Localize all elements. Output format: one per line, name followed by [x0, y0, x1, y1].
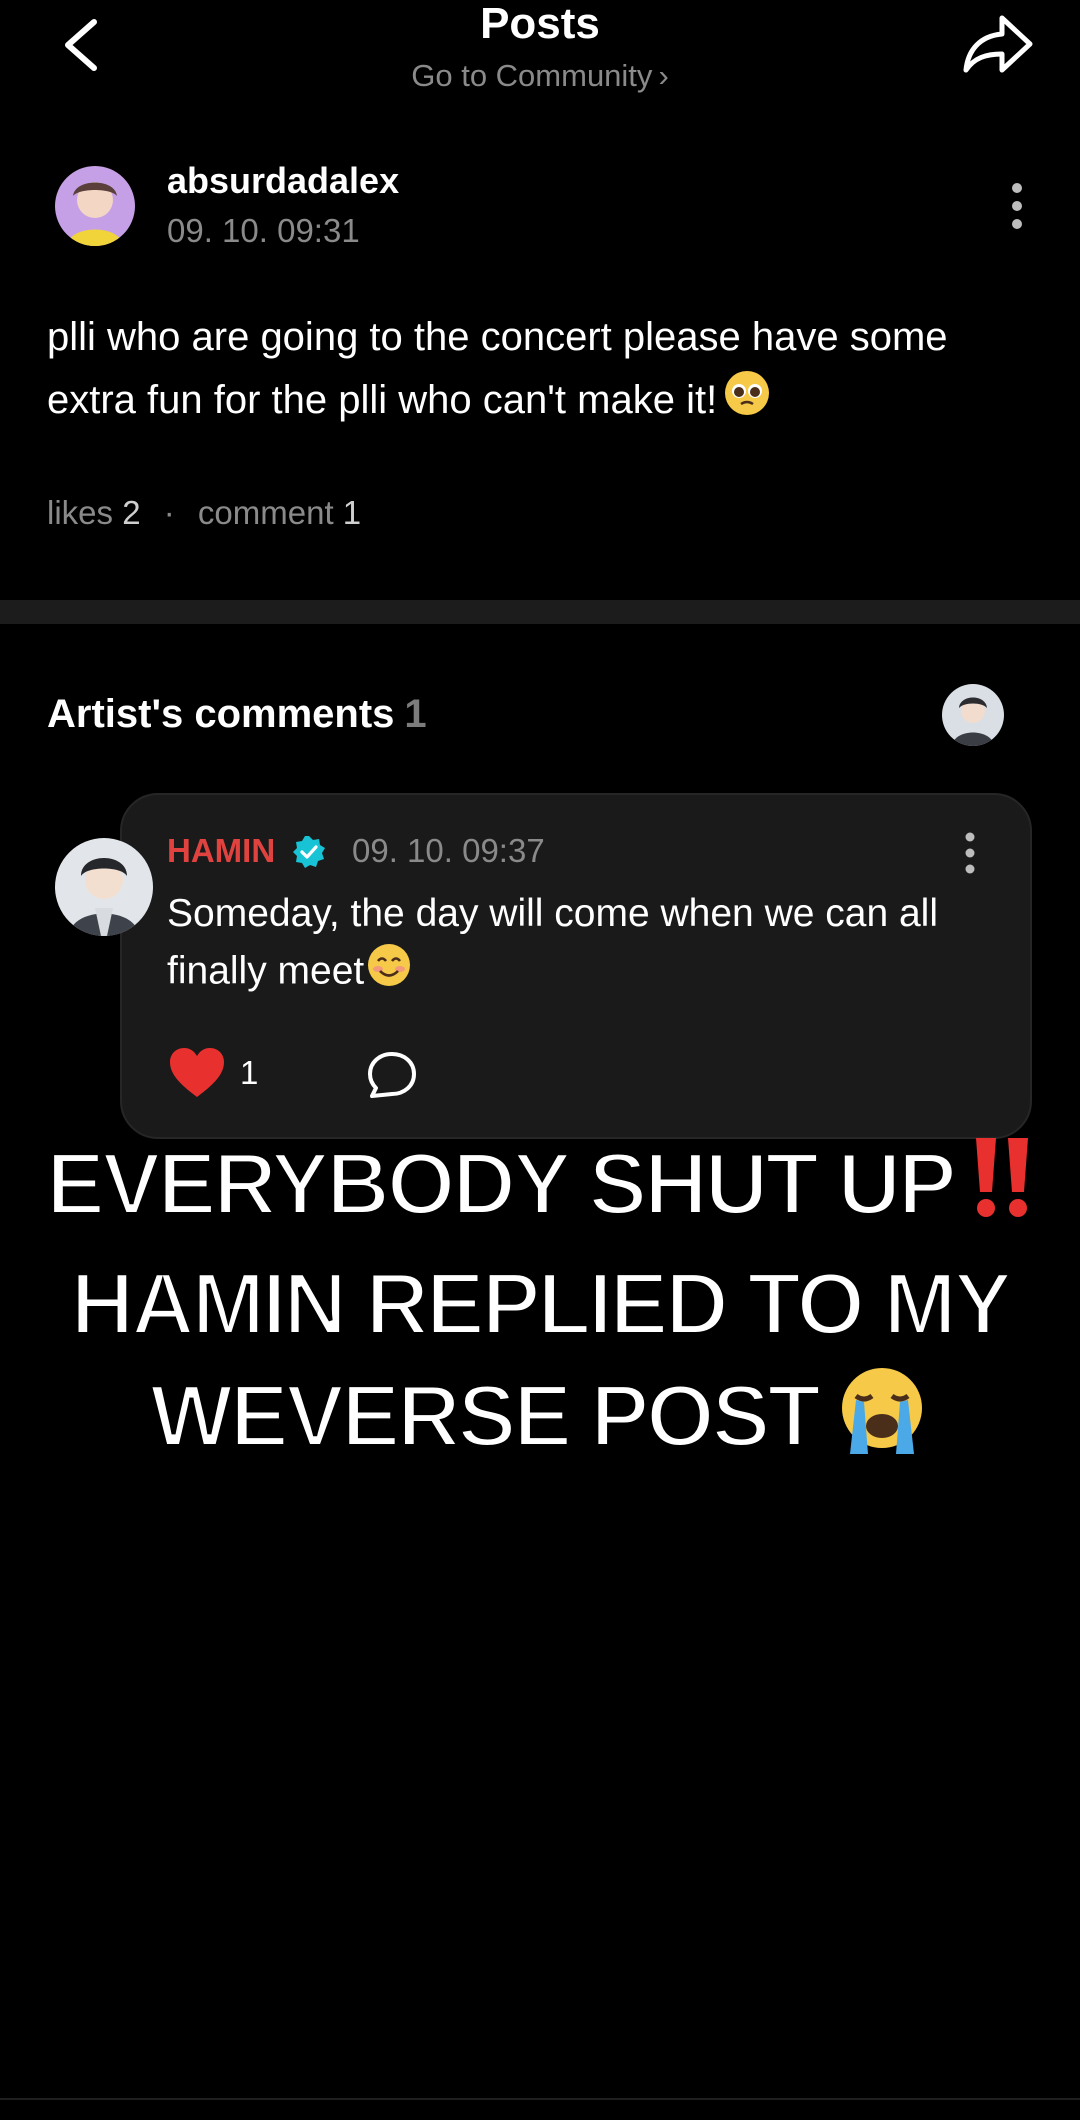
verified-badge-icon: [291, 834, 327, 870]
post-more-button[interactable]: [1004, 180, 1030, 232]
smiling-face-emoji: [366, 942, 412, 1004]
more-vertical-icon: [965, 832, 975, 874]
comment-body: Someday, the day will come when we can a…: [167, 892, 938, 993]
go-to-community-link[interactable]: Go to Community ›: [0, 58, 1080, 94]
artist-avatar[interactable]: [55, 838, 153, 936]
caption-text-3: WEVERSE POST: [148, 1364, 823, 1467]
likes-label: likes: [47, 494, 114, 531]
likes-count[interactable]: 2: [122, 494, 140, 531]
comment-date: 09. 10. 09:37: [352, 832, 545, 869]
comment-text: Someday, the day will come when we can a…: [167, 886, 987, 1004]
top-bar: Posts Go to Community ›: [0, 0, 1080, 110]
caption-line-1: EVERYBODY SHUT UP: [0, 1128, 1080, 1248]
pleading-face-emoji: [723, 369, 771, 436]
comment-more-button[interactable]: [959, 830, 981, 876]
post-body: plli who are going to the concert please…: [47, 306, 1037, 436]
caption-line-2: HAMIN REPLIED TO MY: [69, 1252, 1015, 1355]
chevron-right-icon: ›: [658, 58, 669, 93]
comments-count[interactable]: 1: [343, 494, 361, 531]
share-arrow-icon: [963, 15, 1033, 73]
reply-button[interactable]: [366, 1050, 418, 1100]
caption-line-3: WEVERSE POST: [0, 1360, 1080, 1484]
author-name[interactable]: absurdadalex: [167, 160, 399, 202]
page-title: Posts: [480, 0, 600, 48]
post-detail-screen: Posts Go to Community › absurdadalex 09. …: [0, 0, 1080, 2120]
post-date: 09. 10. 09:31: [167, 212, 360, 249]
loudly-crying-face-emoji: [834, 1362, 930, 1484]
more-vertical-icon: [1012, 183, 1022, 229]
double-exclamation-emoji: [970, 1134, 1034, 1248]
artist-filter-avatar[interactable]: [942, 684, 1004, 746]
community-link-label: Go to Community: [411, 58, 653, 93]
speech-bubble-icon: [368, 1052, 416, 1098]
comments-label: comment: [197, 494, 334, 531]
author-avatar[interactable]: [55, 166, 135, 246]
bottom-divider: [0, 2098, 1080, 2100]
post-stats: likes 2 · comment 1: [47, 494, 361, 532]
post-text: plli who are going to the concert please…: [47, 315, 948, 423]
section-divider: [0, 600, 1080, 624]
separator-dot: ·: [163, 494, 175, 531]
artist-comments-heading: Artist's comments 1: [47, 692, 427, 737]
share-button[interactable]: [960, 12, 1036, 78]
overlay-caption: EVERYBODY SHUT UP HAMIN REPLIED TO MY WE…: [0, 1128, 1080, 1484]
heart-icon: [170, 1048, 224, 1097]
caption-text-1: EVERYBODY SHUT UP: [44, 1132, 958, 1235]
like-button[interactable]: [168, 1046, 226, 1100]
artist-name[interactable]: HAMIN: [167, 832, 275, 870]
artist-comments-count: 1: [404, 692, 427, 736]
artist-comments-title: Artist's comments: [47, 692, 395, 736]
comment-like-count: 1: [240, 1054, 259, 1091]
